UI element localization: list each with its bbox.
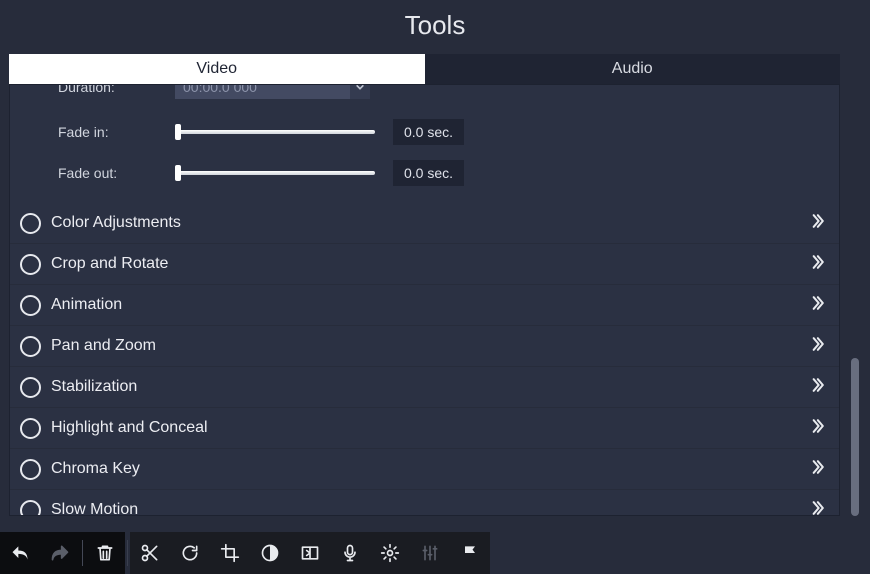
tab-video[interactable]: Video	[9, 54, 425, 84]
row-duration: Duration: 00:00.0 000	[10, 85, 839, 111]
radio-icon[interactable]	[20, 459, 41, 480]
tool-list: Color Adjustments Crop and Rotate Animatio…	[10, 203, 839, 516]
fade-out-slider[interactable]	[175, 164, 375, 182]
undo-button[interactable]	[0, 532, 40, 574]
bottom-toolbar	[0, 532, 870, 574]
fade-in-slider[interactable]	[175, 123, 375, 141]
radio-icon[interactable]	[20, 418, 41, 439]
radio-icon[interactable]	[20, 500, 41, 517]
tool-row-chroma-key[interactable]: Chroma Key	[10, 449, 839, 490]
chevron-right-double-icon	[807, 498, 827, 516]
tool-row-animation[interactable]: Animation	[10, 285, 839, 326]
radio-icon[interactable]	[20, 295, 41, 316]
row-fade-out: Fade out: 0.0 sec.	[10, 152, 839, 193]
crop-button[interactable]	[210, 532, 250, 574]
redo-button[interactable]	[40, 532, 80, 574]
tool-row-crop-and-rotate[interactable]: Crop and Rotate	[10, 244, 839, 285]
rotate-button[interactable]	[170, 532, 210, 574]
delete-button[interactable]	[85, 532, 125, 574]
row-fade-in: Fade in: 0.0 sec.	[10, 111, 839, 152]
tools-content: Duration: 00:00.0 000 Fade in: 0.0 sec. …	[9, 84, 840, 516]
chevron-right-double-icon	[807, 334, 827, 358]
tool-label: Slow Motion	[51, 501, 807, 516]
chevron-down-icon	[350, 85, 370, 99]
content-scrollbar[interactable]	[851, 358, 859, 516]
duration-dropdown[interactable]: 00:00.0 000	[175, 85, 370, 99]
tool-tabs: Video Audio	[9, 54, 840, 84]
tool-label: Highlight and Conceal	[51, 419, 807, 437]
chevron-right-double-icon	[807, 416, 827, 440]
fade-out-label: Fade out:	[10, 165, 175, 181]
radio-icon[interactable]	[20, 336, 41, 357]
radio-icon[interactable]	[20, 213, 41, 234]
radio-icon[interactable]	[20, 377, 41, 398]
tool-label: Pan and Zoom	[51, 337, 807, 355]
slider-thumb[interactable]	[175, 124, 181, 140]
duration-label: Duration:	[10, 85, 175, 95]
tool-label: Color Adjustments	[51, 214, 807, 232]
equalizer-button[interactable]	[410, 532, 450, 574]
panel-title: Tools	[0, 0, 870, 51]
chevron-right-double-icon	[807, 211, 827, 235]
tool-label: Crop and Rotate	[51, 255, 807, 273]
clip-properties-button[interactable]	[370, 532, 410, 574]
toolbar-divider	[82, 540, 83, 566]
tool-label: Stabilization	[51, 378, 807, 396]
tool-row-slow-motion[interactable]: Slow Motion	[10, 490, 839, 516]
split-button[interactable]	[130, 532, 170, 574]
tool-row-highlight-and-conceal[interactable]: Highlight and Conceal	[10, 408, 839, 449]
toolbar-divider	[127, 540, 128, 566]
tool-row-pan-and-zoom[interactable]: Pan and Zoom	[10, 326, 839, 367]
color-adjust-button[interactable]	[250, 532, 290, 574]
transition-wizard-button[interactable]	[290, 532, 330, 574]
chevron-right-double-icon	[807, 293, 827, 317]
tool-label: Chroma Key	[51, 460, 807, 478]
slider-thumb[interactable]	[175, 165, 181, 181]
fade-in-label: Fade in:	[10, 124, 175, 140]
tool-row-color-adjustments[interactable]: Color Adjustments	[10, 203, 839, 244]
tool-row-stabilization[interactable]: Stabilization	[10, 367, 839, 408]
chevron-right-double-icon	[807, 457, 827, 481]
video-settings: Duration: 00:00.0 000 Fade in: 0.0 sec. …	[10, 85, 839, 203]
tab-audio[interactable]: Audio	[425, 54, 841, 84]
tool-label: Animation	[51, 296, 807, 314]
fade-in-value[interactable]: 0.0 sec.	[393, 119, 464, 145]
chevron-right-double-icon	[807, 252, 827, 276]
record-audio-button[interactable]	[330, 532, 370, 574]
fade-out-value[interactable]: 0.0 sec.	[393, 160, 464, 186]
marker-button[interactable]	[450, 532, 490, 574]
radio-icon[interactable]	[20, 254, 41, 275]
chevron-right-double-icon	[807, 375, 827, 399]
duration-value: 00:00.0 000	[175, 85, 350, 95]
